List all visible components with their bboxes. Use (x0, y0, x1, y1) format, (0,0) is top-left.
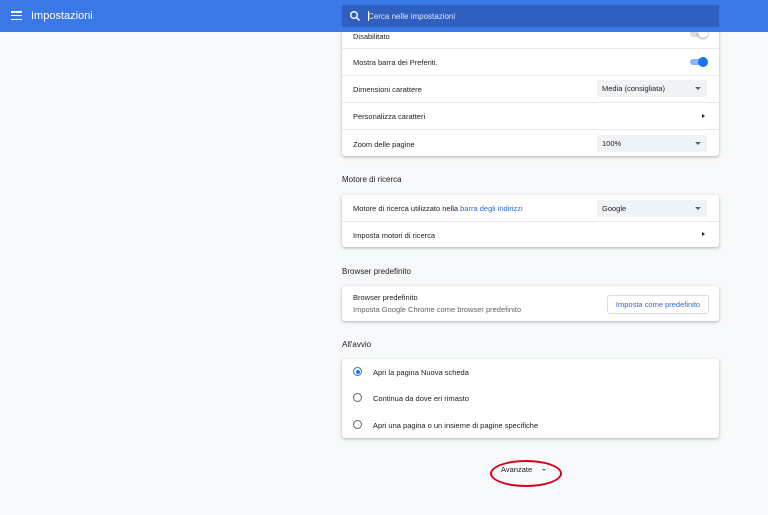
startup-option-row[interactable]: Apri una pagina o un insieme di pagine s… (342, 411, 719, 438)
make-default-button[interactable]: Imposta come predefinito (607, 295, 709, 314)
appearance-card: Disabilitato Mostra barra dei Preferiti.… (342, 22, 719, 156)
manage-search-engines-row[interactable]: Imposta motori di ricerca (342, 222, 719, 247)
zoom-row: Zoom delle pagine 100% (342, 130, 719, 156)
font-size-row: Dimensioni carattere Media (consigliata) (342, 76, 719, 102)
text-cursor (368, 11, 369, 21)
startup-option-label: Continua da dove eri rimasto (373, 394, 469, 403)
bookmarks-bar-label: Mostra barra dei Preferiti. (353, 58, 438, 67)
highlight-ellipse (490, 460, 562, 487)
search-engine-select[interactable]: Google (597, 200, 707, 217)
search-icon (350, 11, 361, 22)
font-size-value: Media (consigliata) (602, 84, 665, 93)
manage-search-engines-label: Imposta motori di ricerca (353, 231, 436, 240)
default-browser-label: Browser predefinito (353, 293, 418, 302)
chevron-right-icon (702, 232, 705, 236)
zoom-select[interactable]: 100% (597, 135, 707, 152)
zoom-value: 100% (602, 139, 622, 148)
search-engine-label: Motore di ricerca utilizzato nella barra… (353, 204, 523, 213)
search-box[interactable] (342, 5, 719, 27)
custom-fonts-row[interactable]: Personalizza caratteri (342, 103, 719, 129)
chevron-down-icon (695, 87, 701, 90)
search-engine-section-title: Motore di ricerca (342, 175, 402, 184)
top-app-bar: Impostazioni (0, 0, 768, 32)
custom-fonts-label: Personalizza caratteri (353, 112, 426, 121)
search-engine-card: Motore di ricerca utilizzato nella barra… (342, 195, 719, 247)
disabled-label: Disabilitato (353, 32, 390, 41)
startup-section-title: All'avvio (342, 340, 372, 349)
default-browser-section-title: Browser predefinito (342, 267, 411, 276)
page-title: Impostazioni (31, 10, 93, 22)
radio-button[interactable] (353, 420, 362, 429)
bookmarks-bar-toggle[interactable] (690, 57, 708, 67)
radio-button-selected[interactable] (353, 367, 362, 376)
default-browser-sublabel: Imposta Google Chrome come browser prede… (353, 305, 521, 314)
chevron-down-icon (695, 142, 701, 145)
font-size-select[interactable]: Media (consigliata) (597, 80, 707, 97)
font-size-label: Dimensioni carattere (353, 85, 422, 94)
bookmarks-bar-row: Mostra barra dei Preferiti. (342, 49, 719, 75)
menu-icon[interactable] (11, 11, 22, 21)
default-browser-row: Browser predefinito Imposta Google Chrom… (342, 286, 719, 321)
default-browser-card: Browser predefinito Imposta Google Chrom… (342, 286, 719, 321)
search-engine-row: Motore di ricerca utilizzato nella barra… (342, 195, 719, 221)
zoom-label: Zoom delle pagine (353, 140, 415, 149)
chevron-right-icon (702, 114, 705, 118)
radio-button[interactable] (353, 393, 362, 402)
startup-option-label: Apri la pagina Nuova scheda (373, 368, 469, 377)
address-bar-link[interactable]: barra degli indirizzi (460, 204, 523, 213)
search-input[interactable] (366, 5, 708, 27)
startup-option-row[interactable]: Continua da dove eri rimasto (342, 385, 719, 411)
search-engine-value: Google (602, 204, 627, 213)
chevron-down-icon (695, 207, 701, 210)
startup-option-label: Apri una pagina o un insieme di pagine s… (373, 421, 539, 430)
startup-option-row[interactable]: Apri la pagina Nuova scheda (342, 359, 719, 385)
startup-card: Apri la pagina Nuova scheda Continua da … (342, 359, 719, 438)
